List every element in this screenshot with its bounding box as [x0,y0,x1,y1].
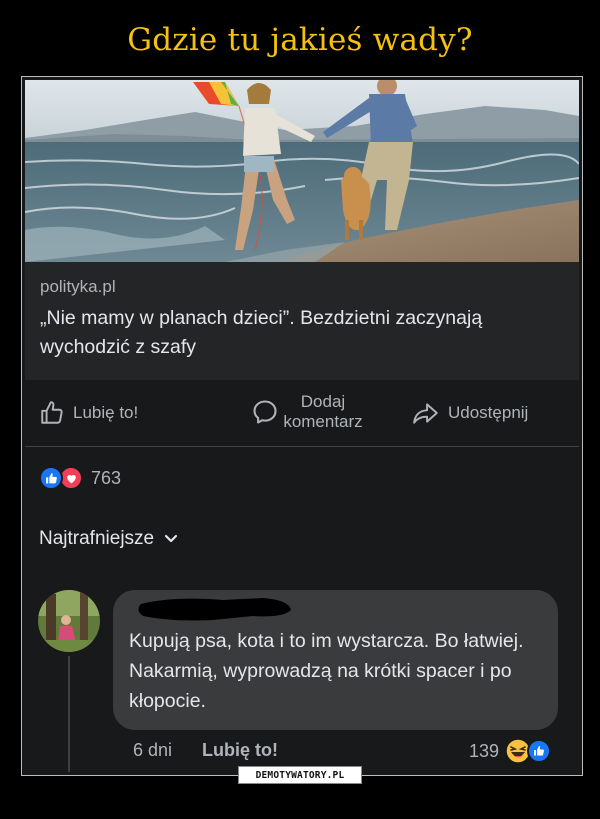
reactions-summary[interactable]: 763 [39,466,121,490]
meme-title: Gdzie tu jakieś wady? [127,22,473,58]
facebook-post: polityka.pl „Nie mamy w planach dzieci”.… [25,80,579,772]
like-reaction-icon [39,466,63,490]
comment-label: Dodaj komentarz [283,392,363,431]
link-source: polityka.pl [40,277,116,296]
thumbs-up-icon [41,401,63,424]
share-label: Udostępnij [448,403,529,422]
post-image[interactable] [25,80,579,262]
post-action-bar: Lubię to! Dodaj komentarz Udostępnij [25,380,579,447]
site-watermark: DEMOTYWATORY.PL [238,766,362,784]
comment-thread-line [68,656,70,772]
comment-like-reaction-icon [527,739,552,763]
link-headline[interactable]: „Nie mamy w planach dzieci”. Bezdzietni … [40,304,550,362]
commenter-avatar[interactable] [38,590,100,652]
comment-reaction-count: 139 [469,740,500,761]
like-button[interactable]: Lubię to! [39,400,138,426]
chevron-down-icon [165,534,178,543]
comment-time[interactable]: 6 dni [133,740,172,761]
screenshot-frame: polityka.pl „Nie mamy w planach dzieci”.… [21,76,583,776]
like-label: Lubię to! [73,403,139,422]
comment-button[interactable]: Dodaj komentarz [251,392,371,432]
comment-sort-dropdown[interactable]: Najtrafniejsze [39,528,178,550]
sort-label: Najtrafniejsze [39,528,155,549]
comment-meta: 6 dni Lubię to! [133,740,278,761]
comment-reactions[interactable]: 139 [469,738,552,764]
link-preview[interactable]: polityka.pl „Nie mamy w planach dzieci”.… [25,262,579,380]
comment-bubble: Kupują psa, kota i to im wystarcza. Bo ł… [113,590,558,730]
comment-text: Kupują psa, kota i to im wystarcza. Bo ł… [129,630,524,712]
share-arrow-icon [413,403,438,424]
share-button[interactable]: Udostępnij [412,400,528,426]
reaction-count: 763 [91,467,122,488]
commenter-name-redacted [138,598,291,621]
comment-like-button[interactable]: Lubię to! [202,740,278,761]
